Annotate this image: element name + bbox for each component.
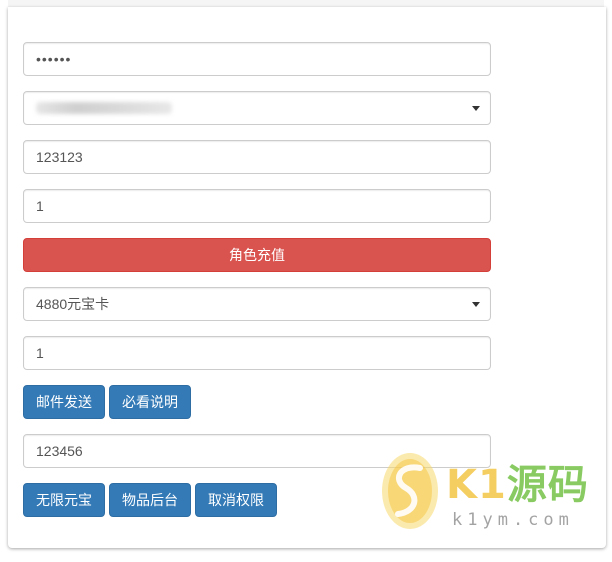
watermark-brand: K1源码 [446, 452, 589, 510]
item-select[interactable]: 4880元宝卡 [23, 287, 491, 321]
chevron-down-icon [472, 105, 480, 111]
server-select-value [36, 102, 172, 114]
blurred-server-name [36, 102, 172, 114]
top-bar [8, 0, 604, 7]
mail-send-button[interactable]: 邮件发送 [23, 385, 105, 419]
item-select-value: 4880元宝卡 [36, 296, 110, 312]
chevron-down-icon [472, 301, 480, 307]
role-input[interactable]: 123123 [23, 140, 491, 174]
password-input-value: •••••• [36, 51, 72, 67]
password-input[interactable]: •••••• [23, 42, 491, 76]
items-backend-button[interactable]: 物品后台 [109, 483, 191, 517]
amount-input-value: 1 [36, 198, 44, 214]
watermark-logo-icon [382, 453, 438, 529]
item-quantity-value: 1 [36, 345, 44, 361]
instructions-button[interactable]: 必看说明 [109, 385, 191, 419]
watermark-brand-k: K [446, 462, 478, 508]
revoke-permission-button[interactable]: 取消权限 [195, 483, 277, 517]
unlimited-ingot-button[interactable]: 无限元宝 [23, 483, 105, 517]
watermark-brand-1: 1 [478, 462, 507, 508]
code-input-value: 123456 [36, 443, 83, 459]
watermark-brand-cn: 源码 [506, 462, 589, 508]
watermark-domain: k1ym.com [452, 510, 574, 530]
role-input-value: 123123 [36, 149, 83, 165]
amount-input[interactable]: 1 [23, 189, 491, 223]
server-select[interactable] [23, 91, 491, 125]
item-quantity-input[interactable]: 1 [23, 336, 491, 370]
recharge-button[interactable]: 角色充值 [23, 238, 491, 272]
